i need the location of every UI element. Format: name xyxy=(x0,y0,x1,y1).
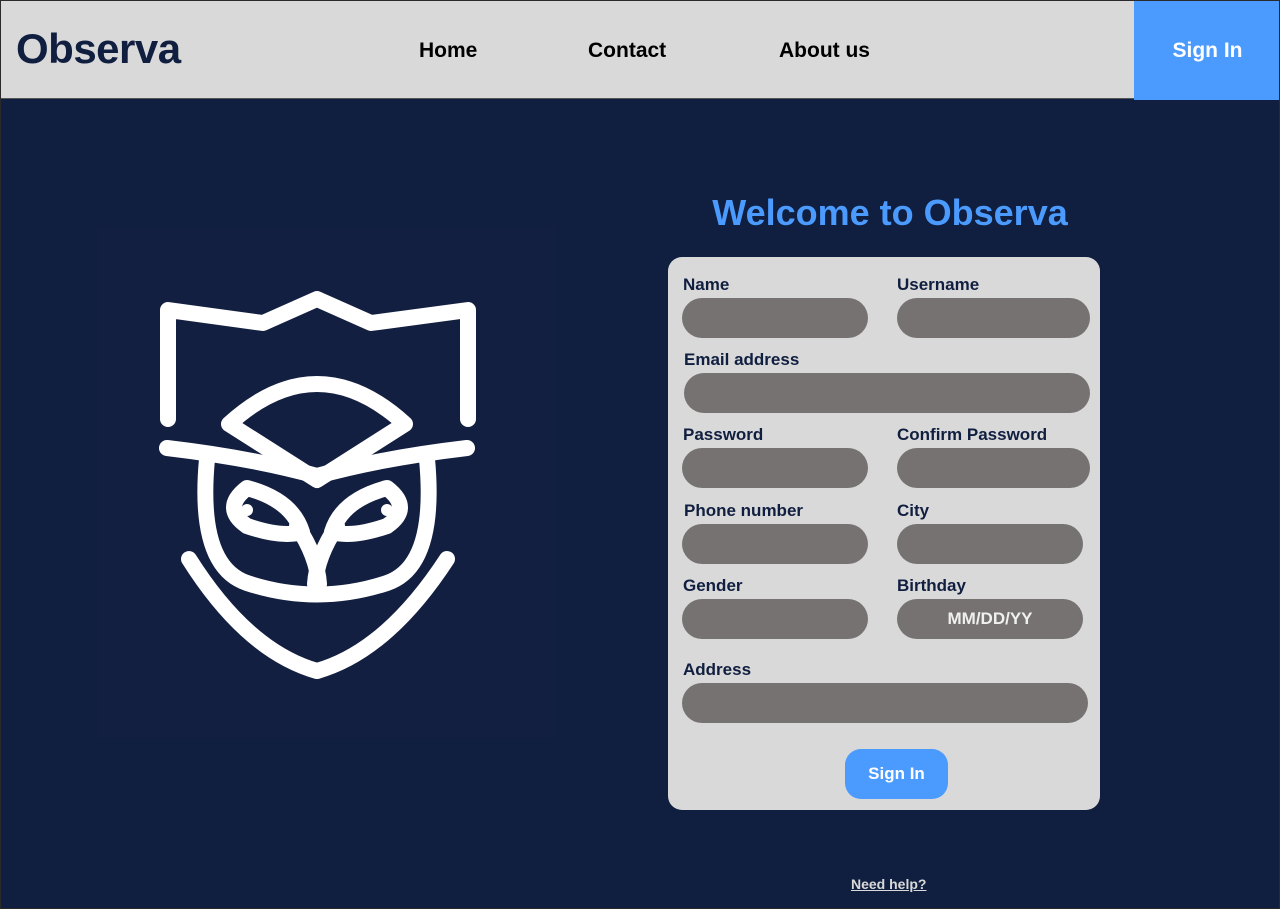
gender-label: Gender xyxy=(683,576,743,595)
gender-field[interactable] xyxy=(682,599,868,639)
top-nav-bar: Observa Home Contact About us Sign In xyxy=(0,0,1280,100)
welcome-heading: Welcome to Observa xyxy=(712,192,1068,233)
name-field[interactable] xyxy=(682,298,868,338)
birthday-field[interactable] xyxy=(897,599,1083,639)
email-label: Email address xyxy=(684,350,800,369)
nav-contact-link[interactable]: Contact xyxy=(588,39,666,63)
name-label: Name xyxy=(683,275,730,294)
registration-form: Name Username Email address Password Con… xyxy=(668,257,1100,810)
phone-label: Phone number xyxy=(684,501,804,520)
brand-logo-text[interactable]: Observa xyxy=(16,25,181,73)
city-field[interactable] xyxy=(897,524,1083,564)
nav-home-link[interactable]: Home xyxy=(419,39,477,63)
password-label: Password xyxy=(683,425,764,444)
email-field[interactable] xyxy=(684,373,1090,413)
confirm-password-label: Confirm Password xyxy=(897,425,1048,444)
owl-shield-logo-icon xyxy=(159,291,476,679)
city-label: City xyxy=(897,501,930,520)
header-sign-in-button[interactable]: Sign In xyxy=(1134,1,1280,100)
logo-panel xyxy=(97,226,555,738)
username-label: Username xyxy=(897,275,980,294)
phone-field[interactable] xyxy=(682,524,868,564)
username-field[interactable] xyxy=(897,298,1090,338)
address-label: Address xyxy=(683,660,752,679)
need-help-link[interactable]: Need help? xyxy=(851,876,926,892)
address-field[interactable] xyxy=(682,683,1088,723)
form-sign-in-button[interactable]: Sign In xyxy=(845,749,948,799)
password-field[interactable] xyxy=(682,448,868,488)
confirm-password-field[interactable] xyxy=(897,448,1090,488)
nav-about-link[interactable]: About us xyxy=(779,39,870,63)
birthday-label: Birthday xyxy=(897,576,966,595)
